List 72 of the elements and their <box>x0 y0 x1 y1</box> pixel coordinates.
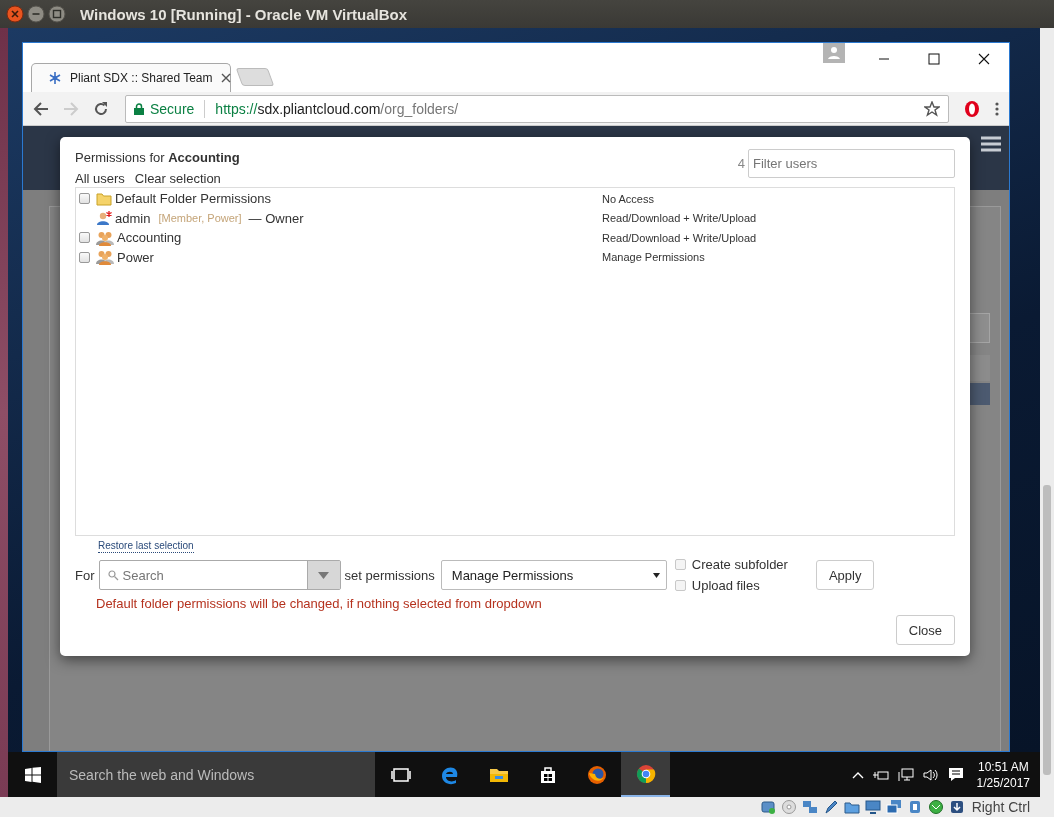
entry-name: Default Folder Permissions <box>115 191 272 207</box>
lock-icon <box>134 102 144 115</box>
host-key-label: Right Ctrl <box>971 799 1030 815</box>
checkbox[interactable] <box>79 193 90 205</box>
search-field[interactable]: Search <box>122 566 301 584</box>
volume-icon[interactable] <box>922 767 939 782</box>
network-icon[interactable] <box>897 767 914 782</box>
dialog-title: Permissions for Accounting <box>75 150 240 165</box>
address-bar[interactable]: Secure https://sdx.pliantcloud.com/org_folders/ <box>125 94 949 123</box>
dropdown-button[interactable] <box>306 561 340 589</box>
close-button[interactable]: Close <box>895 615 955 645</box>
maximize-icon[interactable] <box>928 53 940 65</box>
window-title: Windows 10 [Running] - Oracle VM VirtualBox <box>80 5 408 23</box>
search-combo[interactable]: Search <box>98 560 341 590</box>
restore-link[interactable]: Restore last selection <box>98 540 194 553</box>
ring-icon[interactable] <box>963 99 981 118</box>
chevron-up-icon[interactable] <box>851 770 864 779</box>
pen-icon[interactable] <box>822 799 839 815</box>
for-label: For <box>75 567 95 583</box>
permission-label: Read/Download + Write/Upload <box>602 231 758 244</box>
user-count: 4 <box>737 156 745 171</box>
option-label: Create subfolder <box>691 557 788 572</box>
snowflake-icon <box>48 71 62 85</box>
group-icon <box>96 249 114 266</box>
chrome-icon <box>635 763 656 784</box>
security-label: Secure <box>150 100 195 117</box>
option-label: Upload files <box>691 578 760 593</box>
search-icon <box>107 569 119 581</box>
permission-select[interactable]: Manage Permissions <box>440 560 667 590</box>
reload-icon[interactable] <box>93 100 109 117</box>
checkbox[interactable] <box>674 580 686 591</box>
caret-icon <box>652 572 660 578</box>
link[interactable]: All users <box>75 171 125 186</box>
set-permissions-label: set permissions <box>344 567 435 583</box>
checkbox[interactable] <box>79 251 90 263</box>
arrow-down-icon[interactable] <box>948 799 965 815</box>
caret-icon <box>318 571 329 579</box>
permission-label: No Access <box>602 192 655 205</box>
checkbox[interactable] <box>674 559 686 570</box>
user-icon <box>96 210 112 227</box>
checkbox[interactable] <box>79 232 90 244</box>
apply-button[interactable]: Apply <box>815 560 875 590</box>
menu-icon[interactable] <box>995 101 999 116</box>
group-name: Accounting <box>117 230 182 246</box>
folder-icon[interactable] <box>843 799 860 815</box>
tab-title: Pliant SDX :: Shared Team <box>70 71 213 85</box>
url-text: https://sdx.pliantcloud.com/org_folders/ <box>215 100 459 117</box>
group-name: Power <box>117 249 154 265</box>
star-icon[interactable] <box>924 100 940 117</box>
taskbar-app[interactable] <box>621 752 670 797</box>
windows-icon[interactable] <box>25 766 41 783</box>
user-name: admin <box>115 210 151 226</box>
menu-icon[interactable] <box>981 136 1001 152</box>
link[interactable]: Clear selection <box>134 171 221 186</box>
permission-label: Read/Download + Write/Upload <box>602 212 758 225</box>
browser-tab[interactable]: Pliant SDX :: Shared Team <box>31 63 231 92</box>
owner-label: — Owner <box>248 210 304 226</box>
monitor-icon[interactable] <box>864 799 881 815</box>
group-icon <box>96 229 114 246</box>
back-icon[interactable] <box>33 100 49 117</box>
monitors-icon[interactable] <box>885 799 902 815</box>
plug-icon[interactable] <box>872 768 889 781</box>
maximize-icon[interactable] <box>48 5 66 23</box>
warning-text: Default folder permissions will be changed, if nothing selected from dropdown <box>96 596 543 611</box>
user-roles: [Member, Power] <box>158 212 242 225</box>
filter-field[interactable]: Filter users <box>748 149 955 178</box>
clock[interactable]: 10:51 AM 1/25/2017 <box>976 758 1030 791</box>
message-icon[interactable] <box>947 767 964 782</box>
permission-label: Manage Permissions <box>602 251 706 264</box>
scrollbar-thumb[interactable] <box>1043 485 1051 775</box>
search-field[interactable]: Search the web and Windows <box>57 752 375 797</box>
minimize-icon[interactable] <box>27 5 45 23</box>
